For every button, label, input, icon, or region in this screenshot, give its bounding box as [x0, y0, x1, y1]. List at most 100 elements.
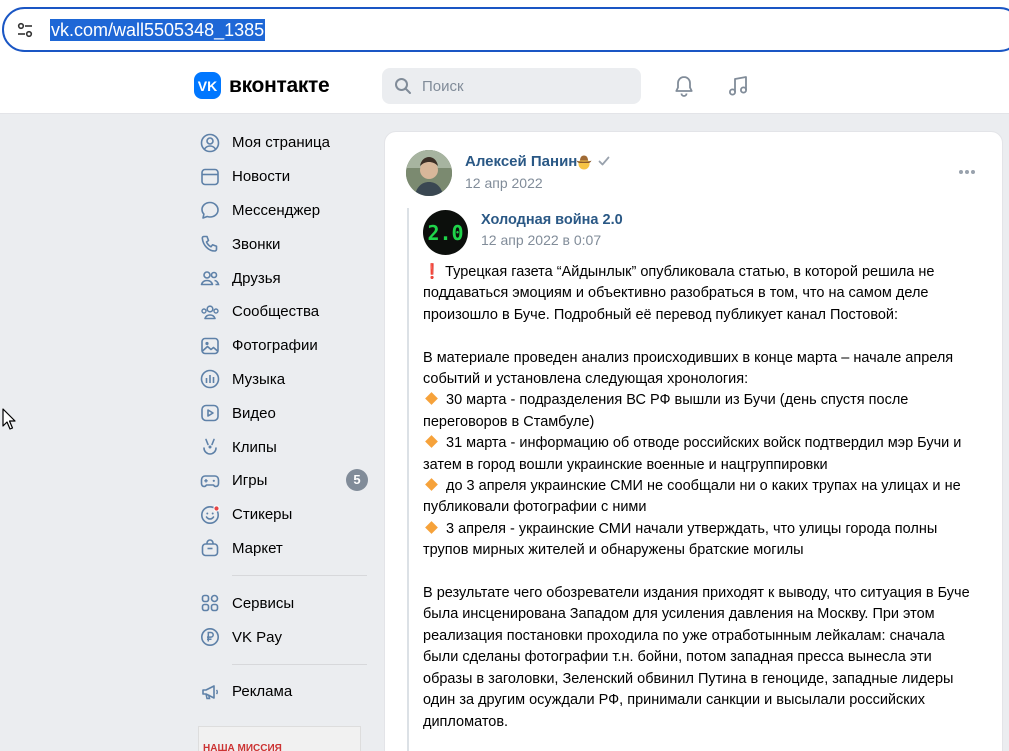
video-icon — [199, 402, 221, 424]
nav-vkpay[interactable]: VK Pay — [196, 620, 372, 654]
event-line: 3 апреля - украинские СМИ начали утвержд… — [423, 519, 983, 562]
repost-avatar-text: 2.0 — [427, 220, 464, 245]
vk-header: VK вконтакте — [0, 58, 1009, 114]
nav-photos[interactable]: Фотографии — [196, 329, 372, 363]
nav-label: Реклама — [232, 683, 293, 701]
address-bar[interactable]: vk.com/wall5505348_1385 — [2, 7, 1009, 52]
clips-icon — [199, 436, 221, 458]
left-nav: Моя страница Новости Мессенджер Звонки Д… — [196, 126, 372, 709]
music-bars-icon — [199, 368, 221, 390]
nav-label: Сервисы — [232, 594, 295, 612]
event-text: 31 марта - информацию об отводе российск… — [423, 435, 962, 473]
event-line: до 3 апреля украинские СМИ не сообщали н… — [423, 476, 983, 519]
site-settings-icon[interactable] — [16, 21, 34, 39]
nav-label: Друзья — [232, 269, 281, 287]
brand-wordmark[interactable]: вконтакте — [229, 72, 330, 100]
phone-icon — [199, 233, 221, 255]
vk-logo-text: VK — [197, 77, 218, 94]
cowboy-emoji-icon — [576, 155, 592, 170]
post-paragraph: ❗ Турецкая газета “Айдынлык” опубликовала… — [423, 262, 983, 326]
nav-label: Моя страница — [232, 134, 330, 152]
nav-news[interactable]: Новости — [196, 160, 372, 194]
url-text[interactable]: vk.com/wall5505348_1385 — [50, 19, 266, 41]
vk-logo[interactable]: VK — [194, 72, 221, 99]
post-paragraph: В результате чего обозреватели издания п… — [423, 585, 970, 730]
gamepad-icon — [199, 470, 221, 492]
nav-divider — [232, 663, 367, 665]
event-line: 30 марта - подразделения ВС РФ вышли из … — [423, 390, 983, 433]
nav-label: Сообщества — [232, 303, 320, 321]
nav-messenger[interactable]: Мессенджер — [196, 194, 372, 228]
nav-video[interactable]: Видео — [196, 396, 372, 430]
communities-icon — [199, 301, 221, 323]
nav-calls[interactable]: Звонки — [196, 227, 372, 261]
nav-label: Маркет — [232, 539, 283, 557]
nav-services[interactable]: Сервисы — [196, 586, 372, 620]
message-icon — [199, 199, 221, 221]
nav-label: Звонки — [232, 235, 281, 253]
nav-label: Стикеры — [232, 506, 293, 524]
repost-source-name[interactable]: Холодная война 2.0 — [481, 212, 623, 228]
nav-label: Музыка — [232, 370, 286, 388]
post-date[interactable]: 12 апр 2022 — [465, 175, 543, 191]
mouse-cursor-icon — [2, 408, 16, 430]
orange-diamond-icon — [425, 392, 438, 406]
wall-post: Алексей Панин 12 апр 2022 2.0 Холодная в… — [384, 131, 1003, 751]
promo-banner[interactable]: НАША МИССИЯ — [198, 726, 361, 751]
more-options-icon[interactable] — [957, 162, 977, 182]
nav-label: Видео — [232, 404, 276, 422]
search-input[interactable] — [422, 76, 622, 96]
orange-diamond-icon — [425, 435, 438, 449]
browser-toolbar: vk.com/wall5505348_1385 — [0, 0, 1009, 58]
event-text: 30 марта - подразделения ВС РФ вышли из … — [423, 392, 909, 430]
nav-games[interactable]: Игры 5 — [196, 464, 372, 498]
post-paragraph: В материале проведен анализ происходивши… — [423, 349, 954, 388]
nav-label: Мессенджер — [232, 201, 321, 219]
search-box[interactable] — [382, 68, 641, 104]
nav-friends[interactable]: Друзья — [196, 261, 372, 295]
vkpay-icon — [199, 626, 221, 648]
repost-indicator — [407, 208, 409, 751]
nav-label: Новости — [232, 168, 291, 186]
nav-label: Фотографии — [232, 337, 318, 355]
nav-communities[interactable]: Сообщества — [196, 295, 372, 329]
nav-label: Игры — [232, 472, 268, 490]
orange-diamond-icon — [425, 520, 438, 534]
verified-check-icon — [598, 156, 610, 166]
nav-stickers[interactable]: Стикеры — [196, 498, 372, 532]
repost-source-avatar[interactable]: 2.0 — [423, 210, 468, 255]
news-icon — [199, 166, 221, 188]
games-badge: 5 — [346, 468, 368, 491]
nav-ads[interactable]: Реклама — [196, 675, 372, 709]
nav-my-page[interactable]: Моя страница — [196, 126, 372, 160]
bell-icon[interactable] — [672, 74, 696, 98]
search-icon — [395, 78, 411, 94]
sticker-icon — [199, 504, 221, 526]
post-author[interactable]: Алексей Панин — [465, 153, 577, 170]
event-text: до 3 апреля украинские СМИ не сообщали н… — [423, 478, 961, 516]
nav-label: VK Pay — [232, 628, 283, 646]
event-line: 31 марта - информацию об отводе российск… — [423, 433, 983, 476]
nav-label: Клипы — [232, 438, 277, 456]
nav-clips[interactable]: Клипы — [196, 430, 372, 464]
photo-icon — [199, 335, 221, 357]
nav-divider — [232, 575, 367, 577]
orange-diamond-icon — [425, 478, 438, 491]
megaphone-icon — [199, 681, 221, 703]
exclamation-icon: ❗ — [423, 264, 442, 280]
post-text: ❗ Турецкая газета “Айдынлык” опубликовала… — [423, 262, 983, 733]
friends-icon — [199, 267, 221, 289]
market-icon — [199, 537, 221, 559]
author-avatar[interactable] — [406, 150, 452, 196]
repost-date[interactable]: 12 апр 2022 в 0:07 — [481, 232, 601, 248]
user-circle-icon — [199, 132, 221, 154]
event-text: 3 апреля - украинские СМИ начали утвержд… — [423, 520, 938, 559]
nav-music[interactable]: Музыка — [196, 363, 372, 397]
promo-text: НАША МИССИЯ — [203, 743, 282, 751]
music-icon[interactable] — [726, 74, 750, 98]
intro-text: Турецкая газета “Айдынлык” опубликовала … — [423, 264, 935, 323]
nav-market[interactable]: Маркет — [196, 532, 372, 566]
services-icon — [199, 592, 221, 614]
